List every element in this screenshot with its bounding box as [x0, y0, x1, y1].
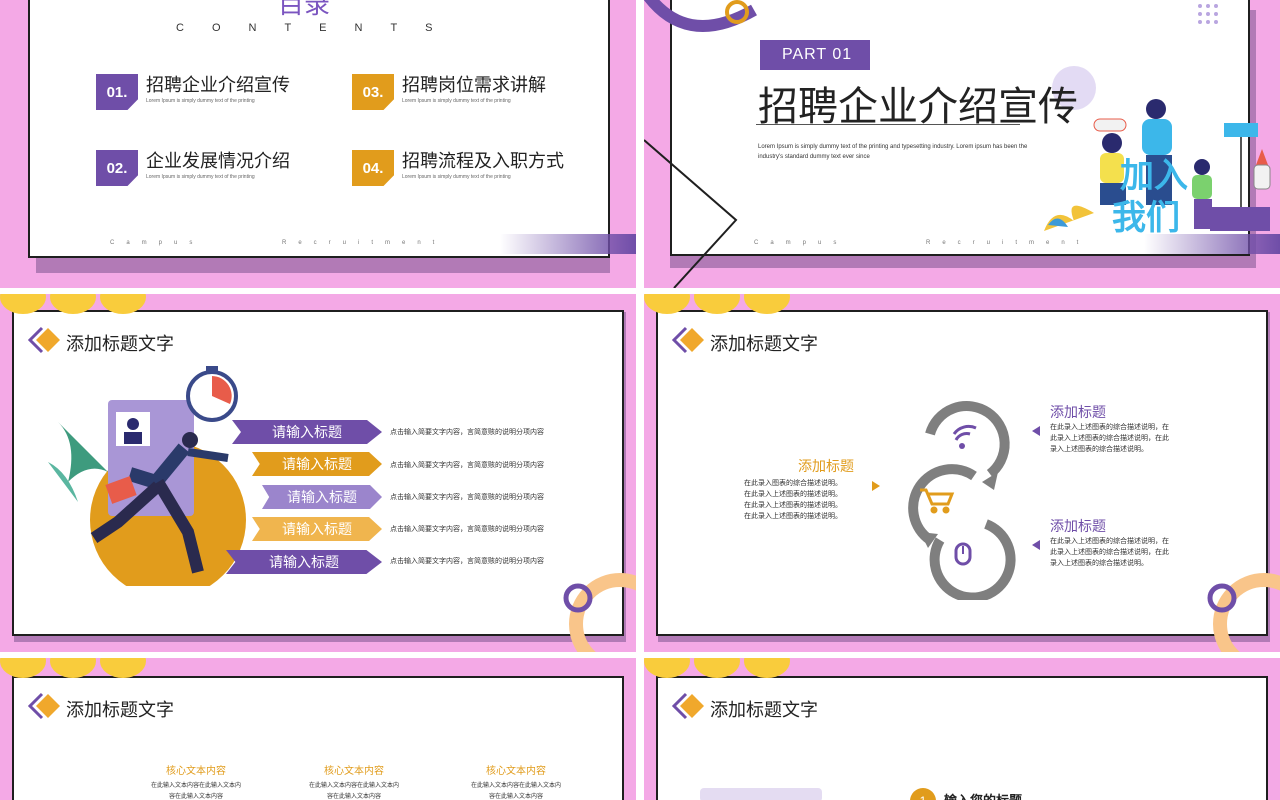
left-block-title: 添加标题 [798, 458, 854, 474]
slide-contents[interactable]: 目录 CONTENTS 01. 招聘企业介绍宣传 Lorem Ipsum is … [0, 0, 636, 288]
toc-item-02[interactable]: 02. 企业发展情况介绍 Lorem Ipsum is simply dummy… [96, 150, 290, 186]
arrow-desc-2: 点击输入简要文字内容，言简意赅的说明分项内容 [390, 462, 544, 469]
scallop-decor [644, 658, 794, 678]
arrow-desc-1: 点击输入简要文字内容，言简意赅的说明分项内容 [390, 429, 544, 436]
running-man-illustration-icon [48, 366, 246, 586]
arrow-item-2[interactable]: 请输入标题 [252, 452, 382, 476]
right-bottom-title: 添加标题 [1050, 518, 1106, 534]
title-underline [756, 124, 1020, 125]
toc-title: 企业发展情况介绍 [146, 151, 290, 171]
right-top-desc: 在此录入上述图表的综合描述说明，在 此录入上述图表的综合描述说明，在此 录入上述… [1050, 424, 1169, 453]
arrow-desc-5: 点击输入简要文字内容，言简意赅的说明分项内容 [390, 558, 544, 565]
right-bottom-desc: 在此录入上述图表的综合描述说明，在 此录入上述图表的综合描述说明，在此 录入上述… [1050, 538, 1169, 567]
scallop-decor [644, 294, 794, 314]
corner-rings-icon [1207, 573, 1280, 652]
footer-recruitment: Recruitment [926, 240, 1091, 246]
gradient-bar [1144, 234, 1280, 254]
diamond-logo-icon [28, 692, 60, 720]
right-bottom-pointer-icon [1032, 540, 1040, 550]
footer-campus: Campus [754, 240, 849, 246]
step-title: 输入您的标题 [944, 790, 1022, 800]
slide-part-01[interactable]: PART 01 招聘企业介绍宣传 Lorem Ipsum is simply d… [644, 0, 1280, 288]
toc-title: 招聘流程及入职方式 [402, 151, 564, 171]
diamond-logo-icon [28, 326, 60, 354]
scallop-decor [0, 658, 150, 678]
footer-recruitment: Recruitment [282, 240, 447, 246]
arrow-item-1[interactable]: 请输入标题 [232, 420, 382, 444]
toc-number: 03. [352, 74, 394, 110]
toc-item-04[interactable]: 04. 招聘流程及入职方式 Lorem Ipsum is simply dumm… [352, 150, 564, 186]
toc-item-01[interactable]: 01. 招聘企业介绍宣传 Lorem Ipsum is simply dummy… [96, 74, 290, 110]
slide-panel [28, 0, 610, 258]
core-item-3: 核心文本内容 在此输入文本内容在此输入文本内 容在此输入文本内容 [470, 766, 561, 800]
contents-title: 目录 [278, 0, 331, 19]
toc-desc: Lorem Ipsum is simply dummy text of the … [146, 174, 255, 180]
arrow-desc-4: 点击输入简要文字内容，言简意赅的说明分项内容 [390, 526, 544, 533]
right-top-pointer-icon [1032, 426, 1040, 436]
right-top-title: 添加标题 [1050, 404, 1106, 420]
footer-campus: Campus [110, 240, 205, 246]
slide-header: 添加标题文字 [66, 700, 174, 720]
corner-rings-icon [563, 573, 636, 652]
core-item-1: 核心文本内容 在此输入文本内容在此输入文本内 容在此输入文本内容 [150, 766, 241, 800]
toc-desc: Lorem Ipsum is simply dummy text of the … [402, 98, 511, 104]
toc-item-03[interactable]: 03. 招聘岗位需求讲解 Lorem Ipsum is simply dummy… [352, 74, 546, 110]
slide-core-text[interactable]: 添加标题文字 核心文本内容 在此输入文本内容在此输入文本内 容在此输入文本内容 核… [0, 658, 636, 800]
toc-number: 02. [96, 150, 138, 186]
slide-header: 添加标题文字 [710, 700, 818, 720]
toc-number: 01. [96, 74, 138, 110]
slide-panel [656, 676, 1268, 800]
arrow-item-4[interactable]: 请输入标题 [252, 517, 382, 541]
slide-cycle[interactable]: 添加标题文字 添加标题 在此录入图表的综合描述说明。 在此录入上述图表的描述说明… [644, 294, 1280, 652]
contents-label: CONTENTS [176, 22, 461, 34]
left-pointer-icon [872, 481, 880, 491]
core-item-2: 核心文本内容 在此输入文本内容在此输入文本内 容在此输入文本内容 [308, 766, 399, 800]
left-block-desc: 在此录入图表的综合描述说明。 在此录入上述图表的描述说明。 在此录入上述图表的描… [744, 480, 842, 520]
part-desc: Lorem Ipsum is simply dummy text of the … [758, 144, 1028, 160]
slide-header: 添加标题文字 [710, 334, 818, 354]
toc-title: 招聘企业介绍宣传 [146, 75, 290, 95]
arrow-item-3[interactable]: 请输入标题 [262, 485, 382, 509]
toc-desc: Lorem Ipsum is simply dummy text of the … [402, 174, 511, 180]
slide-steps[interactable]: 添加标题文字 1 输入您的标题 [644, 658, 1280, 800]
join-text-2: 我们 [1112, 199, 1180, 237]
arrow-item-5[interactable]: 请输入标题 [226, 550, 382, 574]
arrow-desc-3: 点击输入简要文字内容，言简意赅的说明分项内容 [390, 494, 544, 501]
diamond-logo-icon [672, 692, 704, 720]
toc-desc: Lorem Ipsum is simply dummy text of the … [146, 98, 255, 104]
toc-title: 招聘岗位需求讲解 [402, 75, 546, 95]
scallop-decor [0, 294, 150, 314]
diamond-logo-icon [672, 326, 704, 354]
slide-header: 添加标题文字 [66, 334, 174, 354]
cycle-diagram-icon [908, 401, 1016, 600]
slide-list-arrows[interactable]: 添加标题文字 请输入标题 点击输入简要文字内容，言简意赅的说明分项内容 请输入标… [0, 294, 636, 652]
toc-number: 04. [352, 150, 394, 186]
step-bar [700, 788, 822, 800]
part-label: PART 01 [760, 40, 870, 70]
gradient-bar [500, 234, 636, 254]
